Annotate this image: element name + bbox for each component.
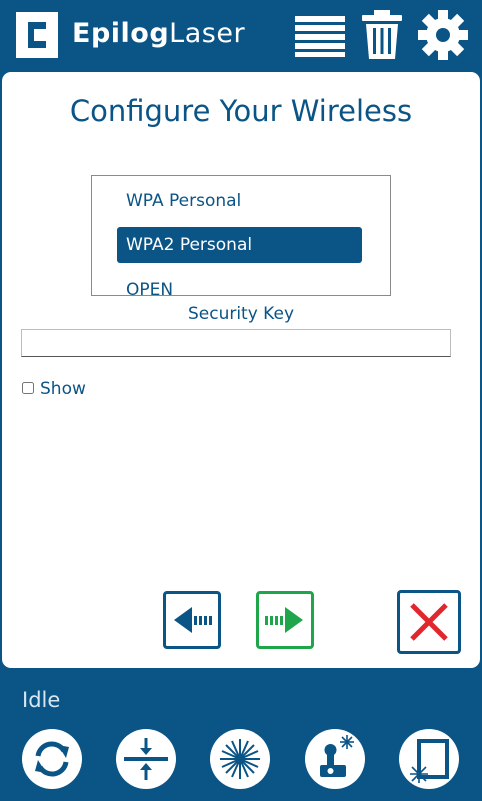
status-text: Idle — [22, 688, 61, 712]
brand-name: EpilogLaser — [72, 18, 245, 49]
security-key-input[interactable] — [21, 329, 451, 357]
page-title: Configure Your Wireless — [69, 94, 413, 128]
back-button[interactable] — [163, 591, 221, 649]
show-key-checkbox[interactable] — [22, 382, 34, 394]
job-list-button[interactable] — [294, 10, 346, 62]
gear-icon — [418, 10, 468, 60]
laser-burst-icon — [220, 739, 260, 779]
next-arrow-icon — [265, 607, 303, 633]
security-option-wpa2-personal[interactable]: WPA2 Personal — [117, 227, 362, 263]
settings-button[interactable] — [417, 9, 469, 65]
refresh-button[interactable] — [22, 729, 82, 789]
security-option-wpa-personal[interactable]: WPA Personal — [117, 183, 362, 219]
security-key-label: Security Key — [187, 304, 295, 324]
security-option-open[interactable]: OPEN — [117, 272, 362, 295]
show-key-label[interactable]: Show — [40, 379, 86, 399]
joystick-button[interactable] — [305, 729, 365, 789]
close-x-icon — [410, 603, 448, 641]
app-header: EpilogLaser — [0, 0, 482, 72]
configure-wireless-panel: Configure Your Wireless WPA Personal WPA… — [2, 72, 480, 668]
trash-button[interactable] — [360, 10, 404, 64]
brand-bold: Epilog — [72, 18, 170, 49]
job-list-icon — [295, 16, 345, 57]
back-arrow-icon — [174, 607, 212, 633]
trash-icon — [362, 10, 402, 59]
next-button[interactable] — [256, 591, 314, 649]
cancel-button[interactable] — [397, 590, 461, 654]
laser-fire-button[interactable] — [210, 729, 270, 789]
refresh-icon — [35, 741, 69, 777]
focus-icon — [124, 738, 168, 780]
status-bar: Idle — [0, 670, 482, 801]
brand-light: Laser — [169, 18, 246, 49]
epilog-logo-icon — [16, 12, 58, 58]
security-type-list[interactable]: WPA Personal WPA2 Personal OPEN — [91, 175, 391, 296]
frame-icon — [410, 739, 449, 783]
focus-button[interactable] — [116, 729, 176, 789]
joystick-icon — [320, 735, 354, 777]
frame-button[interactable] — [399, 729, 459, 789]
